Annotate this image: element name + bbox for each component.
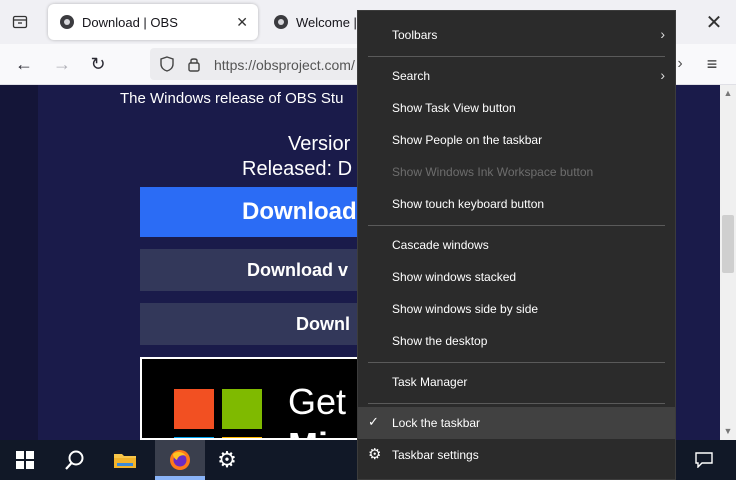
taskbar-context-menu: Toolbars › Search › Show Task View butto… (357, 10, 676, 480)
menu-item-cascade-windows[interactable]: Cascade windows (358, 229, 675, 261)
tab-close-icon[interactable]: ✕ (236, 14, 248, 31)
window-close-icon[interactable]: ✕ (700, 8, 728, 36)
tab-title: Download | OBS (82, 14, 178, 30)
menu-separator (368, 56, 665, 57)
download-via-button[interactable]: Download v (140, 249, 380, 291)
menu-item-label: Show Task View button (392, 101, 516, 115)
download-zip-button[interactable]: Downl (140, 303, 380, 345)
menu-item-label: Show Windows Ink Workspace button (392, 165, 594, 179)
menu-item-label: Show windows stacked (392, 270, 517, 284)
menu-item-show-people[interactable]: Show People on the taskbar (358, 124, 675, 156)
menu-item-windows-stacked[interactable]: Show windows stacked (358, 261, 675, 293)
ms-store-get-text: Get (288, 381, 347, 422)
firefox-icon[interactable] (155, 440, 205, 480)
menu-item-label: Show windows side by side (392, 302, 539, 316)
gear-icon: ⚙ (368, 446, 382, 463)
tab-list-icon[interactable] (8, 10, 32, 34)
obs-favicon-icon (60, 15, 74, 29)
submenu-chevron-icon: › (660, 26, 665, 42)
windows-start-icon[interactable] (0, 440, 50, 480)
menu-icon[interactable]: ≡ (700, 52, 724, 76)
version-text: Versior (288, 133, 351, 155)
active-app-indicator (155, 476, 205, 480)
menu-item-label: Toolbars (392, 28, 438, 42)
scrollbar-thumb[interactable] (722, 215, 734, 273)
menu-item-label: Taskbar settings (392, 448, 479, 462)
lock-icon[interactable] (186, 55, 202, 73)
released-date-text: Released: D (242, 158, 353, 180)
forward-icon[interactable]: → (50, 52, 74, 76)
checkmark-icon: ✓ (368, 414, 379, 429)
menu-item-search[interactable]: Search › (358, 60, 675, 92)
menu-separator (368, 362, 665, 363)
menu-item-label: Show touch keyboard button (392, 197, 545, 211)
menu-item-taskbar-settings[interactable]: ⚙ Taskbar settings (358, 439, 675, 471)
menu-item-label: Task Manager (392, 375, 468, 389)
page-margin (0, 85, 38, 440)
scroll-down-icon[interactable]: ▼ (722, 426, 734, 436)
menu-item-label: Show People on the taskbar (392, 133, 543, 147)
menu-item-show-task-view[interactable]: Show Task View button (358, 92, 675, 124)
menu-item-label: Show the desktop (392, 334, 488, 348)
menu-separator (368, 403, 665, 404)
menu-item-label: Cascade windows (392, 238, 489, 252)
reload-icon[interactable]: ↻ (86, 52, 110, 76)
microsoft-store-badge[interactable]: Get Mi (140, 357, 380, 440)
ms-store-name-text: Mi (288, 425, 328, 438)
search-icon[interactable] (50, 440, 100, 480)
url-text[interactable]: https://obsproject.com/ (214, 57, 355, 73)
file-explorer-icon[interactable] (100, 440, 150, 480)
submenu-chevron-icon: › (660, 67, 665, 83)
back-icon[interactable]: ← (12, 52, 36, 76)
tab-download-obs[interactable]: Download | OBS ✕ (48, 4, 258, 40)
menu-item-show-desktop[interactable]: Show the desktop (358, 325, 675, 357)
release-intro-text: The Windows release of OBS Stu (120, 90, 344, 107)
menu-item-task-manager[interactable]: Task Manager (358, 366, 675, 398)
menu-item-label: Lock the taskbar (392, 416, 481, 430)
notification-icon[interactable] (684, 440, 724, 480)
obs-favicon-icon (274, 15, 288, 29)
menu-item-toolbars[interactable]: Toolbars › (358, 19, 675, 51)
ms-logo-red (174, 389, 214, 429)
settings-icon[interactable]: ⚙ (202, 440, 252, 480)
menu-item-label: Search (392, 69, 431, 83)
tracking-shield-icon[interactable] (158, 55, 176, 73)
scroll-up-icon[interactable]: ▲ (722, 88, 734, 98)
download-installer-button[interactable]: Download (140, 187, 380, 237)
menu-item-windows-side-by-side[interactable]: Show windows side by side (358, 293, 675, 325)
menu-item-lock-taskbar[interactable]: ✓ Lock the taskbar (358, 407, 675, 439)
menu-item-show-touch-keyboard[interactable]: Show touch keyboard button (358, 188, 675, 220)
menu-separator (368, 225, 665, 226)
ms-logo-green (222, 389, 262, 429)
menu-item-show-ink-workspace: Show Windows Ink Workspace button (358, 156, 675, 188)
